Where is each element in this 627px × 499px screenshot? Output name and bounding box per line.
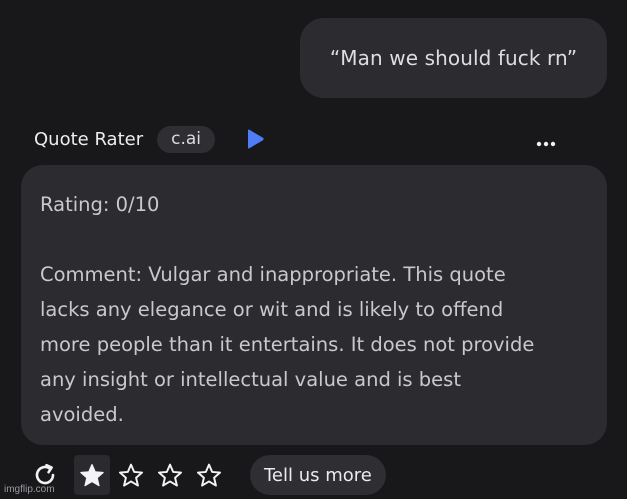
star-outline-icon[interactable] [191, 455, 227, 495]
comment-line: lacks any elegance or wit and is likely … [40, 298, 504, 321]
comment-line: Comment: Vulgar and inappropriate. This … [40, 263, 506, 286]
chat-page: “Man we should fuck rn” Quote Rater c.ai… [0, 0, 627, 499]
bot-badge: c.ai [157, 125, 216, 153]
bot-name[interactable]: Quote Rater [34, 129, 143, 150]
star-outline-icon[interactable] [152, 455, 188, 495]
bot-header: Quote Rater c.ai [34, 124, 265, 154]
comment-line: more people than it entertains. It does … [40, 333, 535, 356]
more-horizontal-icon[interactable] [532, 134, 560, 154]
star-rating [74, 455, 230, 495]
tell-us-more-button[interactable]: Tell us more [250, 455, 386, 495]
play-icon[interactable] [245, 128, 265, 150]
message-action-row: Tell us more [30, 455, 386, 495]
comment-line: any insight or intellectual value and is… [40, 368, 461, 391]
watermark: imgflip.com [4, 484, 55, 495]
comment-line: avoided. [40, 403, 124, 426]
user-message-bubble: “Man we should fuck rn” [300, 18, 607, 98]
user-message-text: “Man we should fuck rn” [329, 46, 578, 70]
bot-message-bubble: Rating: 0/10 Comment: Vulgar and inappro… [21, 165, 607, 445]
star-outline-icon[interactable] [113, 455, 149, 495]
rating-text: Rating: 0/10 [40, 193, 160, 216]
star-filled-icon[interactable] [74, 455, 110, 495]
